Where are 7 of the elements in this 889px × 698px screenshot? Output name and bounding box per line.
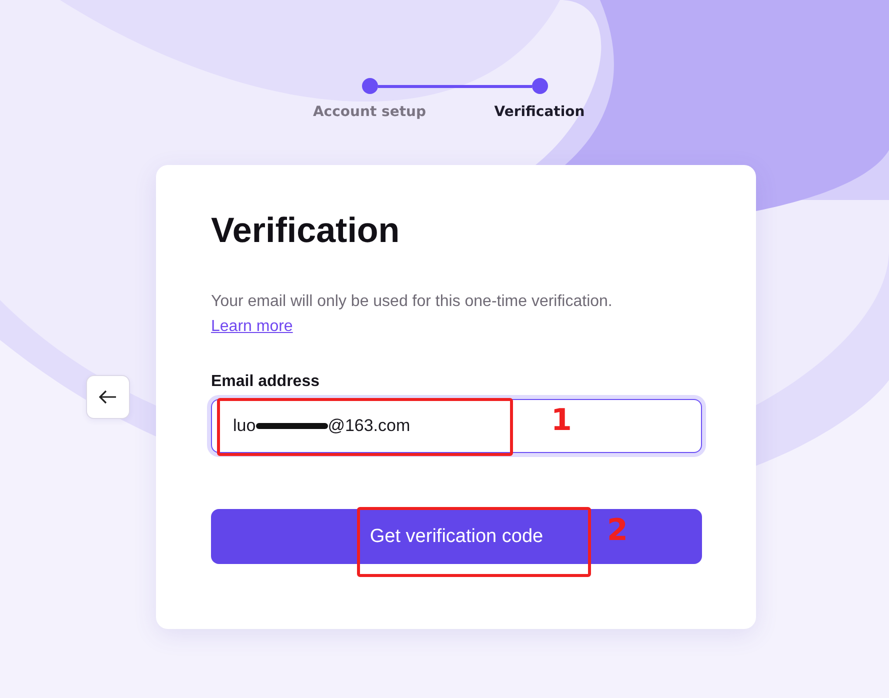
step-label: Verification (494, 104, 585, 120)
annotation-number: 2 (607, 513, 628, 548)
card-title: Verification (211, 211, 401, 251)
field-label: Email address (211, 373, 320, 391)
annotation-number: 1 (551, 403, 572, 438)
description-text: Your email will only be used for this one-time verification. Learn more (211, 292, 614, 337)
step-label: Account setup (312, 104, 426, 120)
